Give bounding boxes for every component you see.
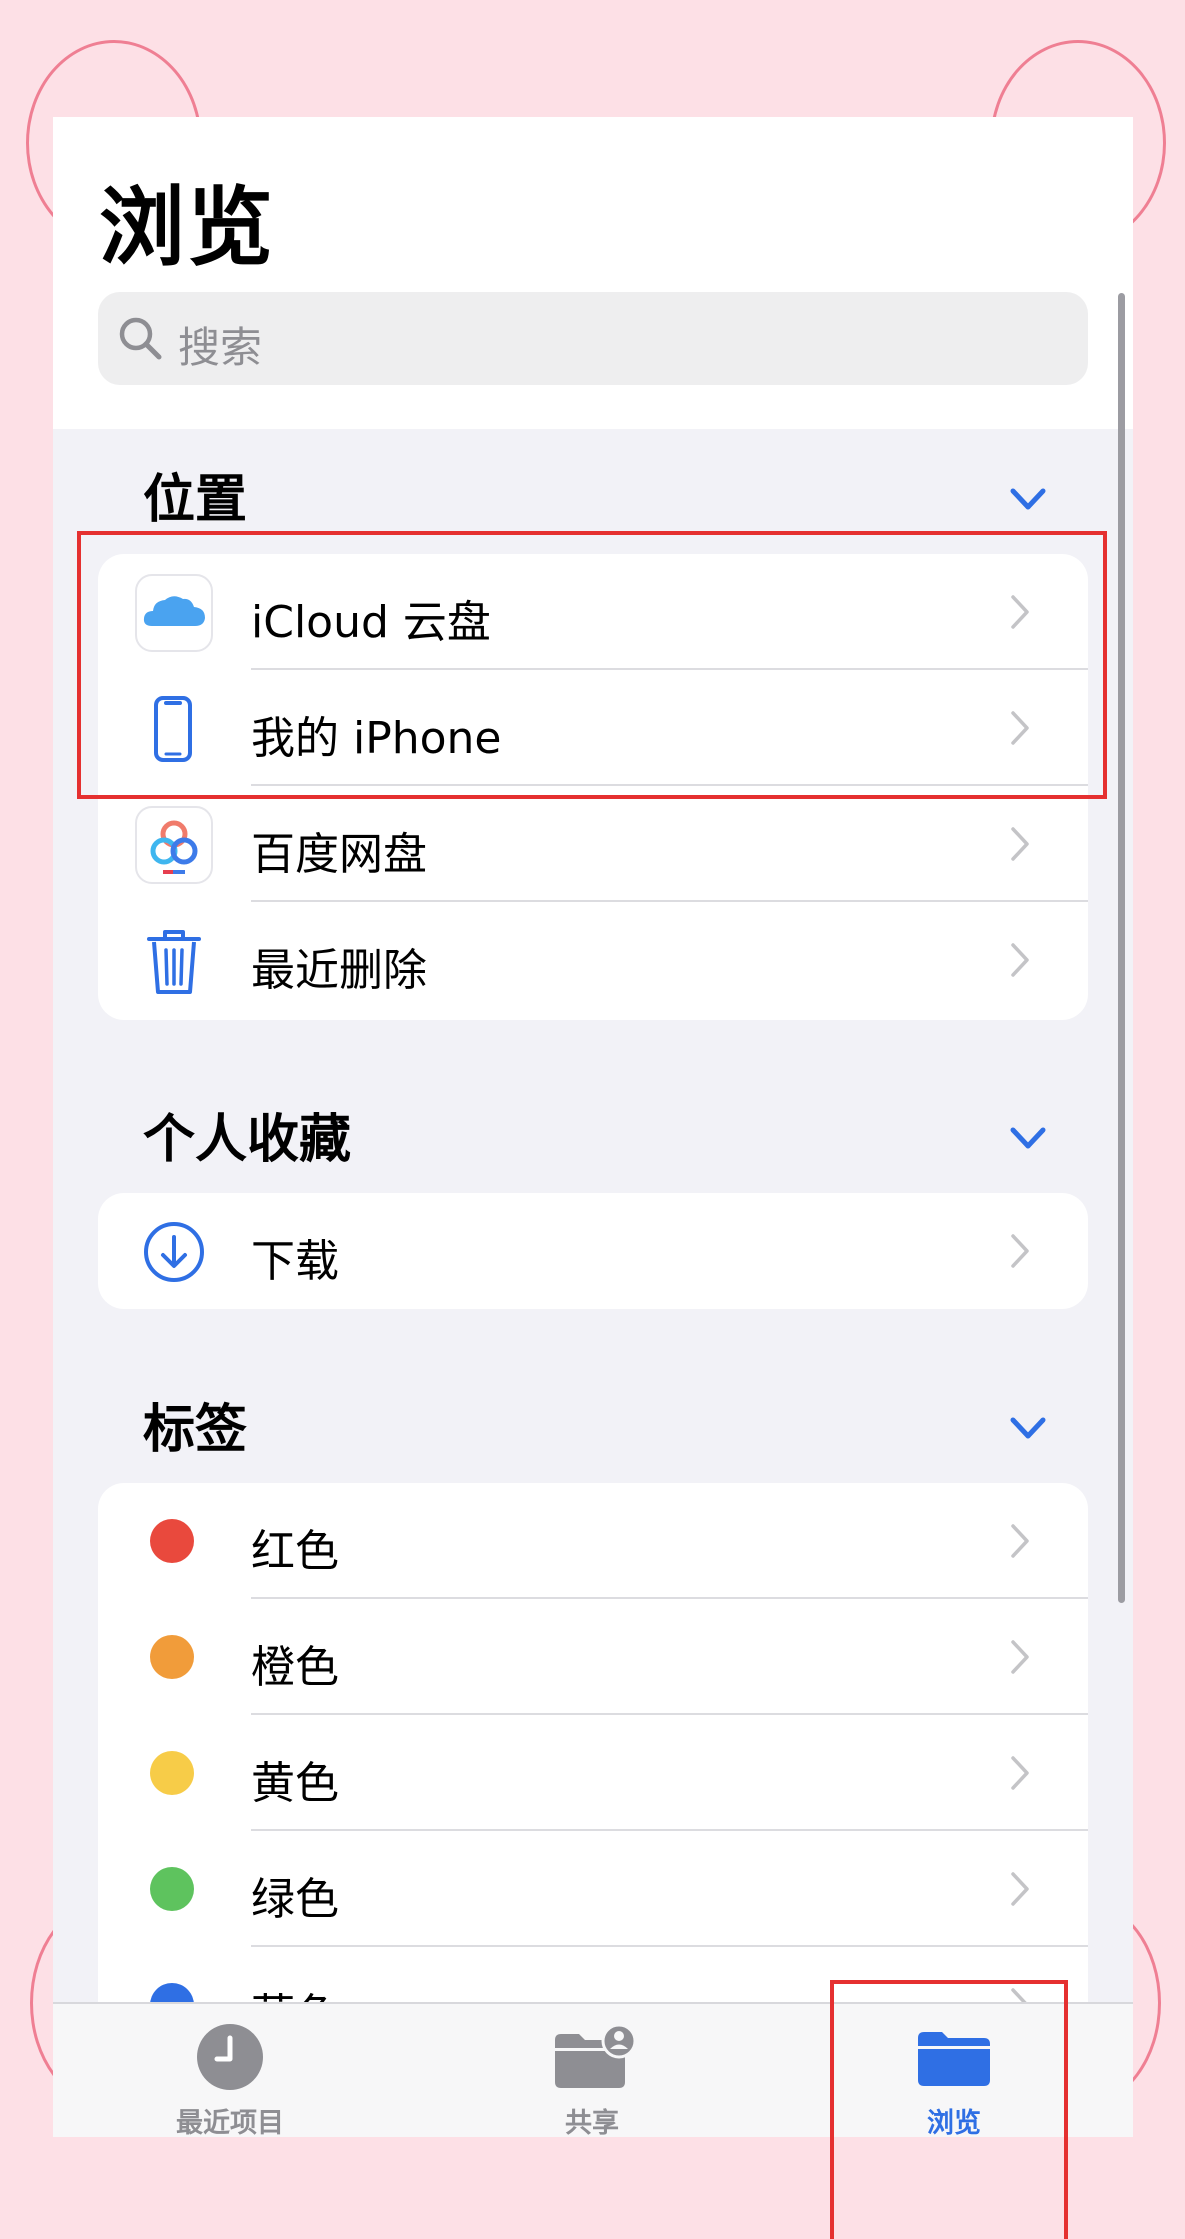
download-icon bbox=[144, 1222, 204, 1282]
collapse-tags-chevron-down-icon[interactable] bbox=[1008, 1414, 1048, 1444]
tag-color-dot-red bbox=[150, 1519, 194, 1563]
list-item-downloads[interactable]: 下载 bbox=[98, 1193, 1088, 1309]
tab-label-recents: 最近项目 bbox=[176, 2108, 284, 2137]
tag-color-dot-yellow bbox=[150, 1751, 194, 1795]
list-item-label: 黄色 bbox=[251, 1758, 339, 1809]
list-item-tag-yellow[interactable]: 黄色 bbox=[98, 1715, 1088, 1831]
chevron-right-icon bbox=[1011, 827, 1029, 861]
favorites-list: 下载 bbox=[98, 1193, 1088, 1309]
search-placeholder: 搜索 bbox=[178, 323, 263, 372]
list-item-tag-red[interactable]: 红色 bbox=[98, 1483, 1088, 1599]
tag-color-dot-green bbox=[150, 1867, 194, 1911]
tab-recents[interactable]: 最近项目 bbox=[105, 2004, 355, 2137]
highlight-box-locations bbox=[77, 531, 1107, 799]
clock-icon bbox=[197, 2024, 263, 2090]
list-item-tag-green[interactable]: 绿色 bbox=[98, 1831, 1088, 1947]
collapse-locations-chevron-down-icon[interactable] bbox=[1008, 485, 1048, 515]
list-item-tag-orange[interactable]: 橙色 bbox=[98, 1599, 1088, 1715]
page-title: 浏览 bbox=[99, 178, 275, 278]
tab-shared[interactable]: 共享 bbox=[467, 2004, 717, 2137]
section-title-locations: 位置 bbox=[143, 470, 248, 530]
scrollbar[interactable] bbox=[1118, 293, 1125, 1603]
chevron-right-icon bbox=[1011, 1872, 1029, 1906]
section-title-favorites: 个人收藏 bbox=[143, 1110, 352, 1170]
shared-folder-icon bbox=[555, 2023, 637, 2088]
list-item-label: 红色 bbox=[251, 1526, 339, 1577]
list-item-label: 最近删除 bbox=[251, 945, 427, 996]
list-item-label: 百度网盘 bbox=[251, 829, 427, 880]
highlight-box-browse-tab bbox=[830, 1980, 1068, 2239]
section-title-tags: 标签 bbox=[143, 1400, 248, 1460]
baidu-netdisk-icon bbox=[135, 806, 213, 884]
collapse-favorites-chevron-down-icon[interactable] bbox=[1008, 1124, 1048, 1154]
files-app-screen: 浏览 搜索 位置 iCloud 云盘 我的 iPhone 百度网盘 最近删除 个… bbox=[53, 117, 1133, 2137]
tab-label-shared: 共享 bbox=[565, 2108, 619, 2137]
trash-icon bbox=[147, 930, 201, 994]
chevron-right-icon bbox=[1011, 1640, 1029, 1674]
chevron-right-icon bbox=[1011, 1756, 1029, 1790]
list-item-label: 绿色 bbox=[251, 1874, 339, 1925]
chevron-right-icon bbox=[1011, 943, 1029, 977]
list-item-baidu-netdisk[interactable]: 百度网盘 bbox=[98, 786, 1088, 902]
list-item-recently-deleted[interactable]: 最近删除 bbox=[98, 902, 1088, 1018]
header: 浏览 搜索 bbox=[53, 117, 1133, 429]
list-item-label: 橙色 bbox=[251, 1642, 339, 1693]
chevron-right-icon bbox=[1011, 1524, 1029, 1558]
search-icon bbox=[119, 317, 162, 360]
tag-color-dot-orange bbox=[150, 1635, 194, 1679]
chevron-right-icon bbox=[1011, 1234, 1029, 1268]
search-input[interactable]: 搜索 bbox=[98, 292, 1088, 385]
list-item-label: 下载 bbox=[251, 1236, 339, 1287]
